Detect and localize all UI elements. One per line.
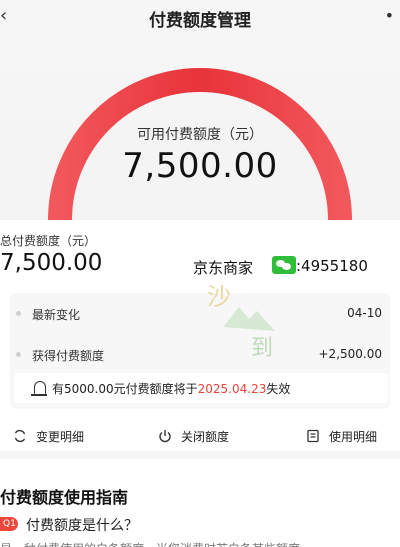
detail-value: +2,500.00 bbox=[318, 347, 383, 361]
available-quota-section: 可用付费额度（元） 7,500.00 bbox=[0, 34, 400, 220]
detail-row-latest-change: 最新变化 04-10 bbox=[10, 304, 390, 324]
watermark-id: :4955180 bbox=[296, 257, 368, 275]
expiry-notice-text: 有5000.00元付费额度将于2025.04.23失效 bbox=[52, 382, 291, 396]
quota-summary-card: 总付费额度（元） 7,500.00 京东商家 :4955180 最新变化 04-… bbox=[0, 220, 400, 415]
watermark-text: 京东商家 bbox=[193, 259, 254, 277]
close-quota-label: 关闭额度 bbox=[181, 430, 230, 444]
total-quota-label: 总付费额度（元） bbox=[0, 234, 97, 248]
question-badge: Q1 bbox=[0, 517, 18, 531]
usage-details-label: 使用明细 bbox=[329, 430, 378, 444]
action-bar: 变更明细 关闭额度 使用明细 bbox=[0, 415, 400, 459]
page-title: 付费额度管理 bbox=[149, 11, 251, 31]
total-quota-amount: 7,500.00 bbox=[0, 250, 103, 276]
detail-label: 获得付费额度 bbox=[32, 349, 105, 363]
power-icon bbox=[159, 430, 171, 443]
more-icon[interactable]: • bbox=[385, 6, 394, 25]
bullet-icon bbox=[16, 352, 21, 357]
quota-details-panel: 最新变化 04-10 获得付费额度 +2,500.00 有5000.00元付费额… bbox=[10, 293, 390, 409]
available-quota-label: 可用付费额度（元） bbox=[137, 127, 263, 143]
guide-title: 付费额度使用指南 bbox=[0, 488, 129, 507]
change-details-label: 变更明细 bbox=[36, 430, 85, 444]
stamp-watermark: 沙 到 bbox=[207, 283, 275, 361]
guide-question[interactable]: 付费额度是什么？ bbox=[26, 515, 138, 535]
usage-details-button[interactable]: 使用明细 bbox=[306, 428, 396, 446]
change-details-button[interactable]: 变更明细 bbox=[13, 428, 103, 446]
detail-label: 最新变化 bbox=[32, 308, 81, 322]
refresh-icon bbox=[14, 429, 26, 443]
svg-text:到: 到 bbox=[251, 336, 273, 361]
bullet-icon bbox=[16, 311, 21, 316]
expiry-notice: 有5000.00元付费额度将于2025.04.23失效 bbox=[14, 373, 388, 403]
detail-value: 04-10 bbox=[347, 306, 382, 320]
bell-icon bbox=[31, 381, 47, 396]
available-quota-amount: 7,500.00 bbox=[122, 146, 278, 186]
document-icon bbox=[307, 429, 319, 443]
svg-text:沙: 沙 bbox=[207, 283, 231, 311]
close-quota-button[interactable]: 关闭额度 bbox=[158, 428, 248, 446]
expiry-date: 2025.04.23 bbox=[197, 382, 267, 396]
app-header: ‹ 付费额度管理 • bbox=[0, 0, 400, 34]
detail-row-obtained-quota: 获得付费额度 +2,500.00 bbox=[10, 345, 390, 365]
guide-answer: 是一种付费使用的白条额度，当您消费时若白条某些额度 bbox=[0, 540, 400, 547]
wechat-icon bbox=[272, 256, 296, 274]
